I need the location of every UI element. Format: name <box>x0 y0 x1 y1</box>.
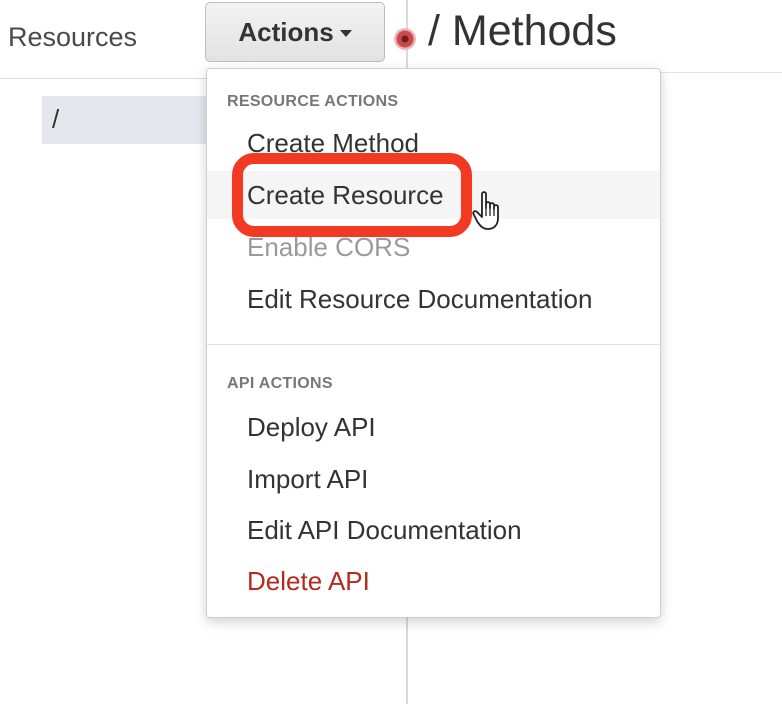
menu-item-deploy-api[interactable]: Deploy API <box>207 403 660 451</box>
menu-divider <box>207 344 660 345</box>
spinner-icon <box>394 28 416 50</box>
resources-heading: Resources <box>8 22 138 52</box>
left-divider <box>0 78 208 79</box>
api-actions-header: API ACTIONS <box>227 375 333 392</box>
menu-item-enable-cors: Enable CORS <box>247 232 411 262</box>
resource-actions-header: RESOURCE ACTIONS <box>227 93 399 110</box>
actions-button-label: Actions <box>238 16 334 47</box>
menu-item-create-method[interactable]: Create Method <box>207 119 660 167</box>
menu-item-edit-api-documentation[interactable]: Edit API Documentation <box>207 506 660 554</box>
menu-item-delete-api[interactable]: Delete API <box>207 557 660 605</box>
menu-item-create-resource[interactable]: Create Resource <box>207 171 660 219</box>
actions-dropdown-menu: RESOURCE ACTIONS Create Method Create Re… <box>206 68 661 618</box>
menu-item-import-api[interactable]: Import API <box>207 455 660 503</box>
menu-item-edit-resource-documentation[interactable]: Edit Resource Documentation <box>207 275 660 323</box>
chevron-down-icon <box>339 30 352 37</box>
page-title: / Methods <box>428 7 617 55</box>
actions-button[interactable]: Actions <box>205 2 385 62</box>
resource-tree-root[interactable]: / <box>42 96 212 144</box>
